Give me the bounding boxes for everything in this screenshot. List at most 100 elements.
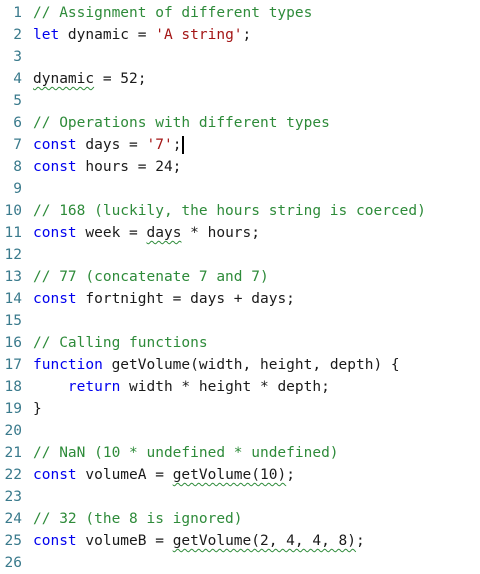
line-number: 11 [4, 225, 22, 241]
plain-token: volumeA = [76, 467, 173, 483]
code-line[interactable]: 23 [0, 486, 480, 508]
line-number: 26 [4, 555, 22, 571]
keyword-token: const [33, 137, 77, 153]
code-line[interactable]: 21 // NaN (10 * undefined * undefined) [0, 442, 480, 464]
line-number: 10 [4, 203, 22, 219]
code-line[interactable]: 3 [0, 46, 480, 68]
code-line[interactable]: 8 const hours = 24; [0, 156, 480, 178]
code-text[interactable]: const days = '7'; [33, 134, 480, 156]
code-text[interactable]: dynamic = 52; [33, 68, 480, 90]
plain-token: ; [286, 467, 295, 483]
line-number: 18 [4, 379, 22, 395]
code-line[interactable]: 7 const days = '7'; [0, 134, 480, 156]
code-text[interactable]: // Calling functions [33, 332, 480, 354]
code-text[interactable] [33, 310, 480, 332]
code-line[interactable]: 26 [0, 552, 480, 574]
plain-token: = 52; [94, 71, 147, 87]
code-line[interactable]: 14 const fortnight = days + days; [0, 288, 480, 310]
line-number: 1 [13, 5, 22, 21]
code-line[interactable]: 6 // Operations with different types [0, 112, 480, 134]
plain-token: ; [172, 137, 182, 153]
keyword-token: const [33, 159, 77, 175]
code-text[interactable] [33, 420, 480, 442]
code-text[interactable]: function getVolume(width, height, depth)… [33, 354, 480, 376]
code-text[interactable]: // Assignment of different types [33, 2, 480, 24]
line-number: 17 [4, 357, 22, 373]
line-number: 22 [4, 467, 22, 483]
keyword-token: return [67, 379, 121, 395]
code-text[interactable]: const week = days * hours; [33, 222, 480, 244]
keyword-token: const [33, 467, 77, 483]
code-text[interactable]: // 168 (luckily, the hours string is coe… [33, 200, 480, 222]
code-text[interactable] [33, 244, 480, 266]
code-line[interactable]: 15 [0, 310, 480, 332]
line-number: 6 [13, 115, 22, 131]
keyword-token: const [33, 291, 77, 307]
code-text[interactable]: const hours = 24; [33, 156, 480, 178]
code-line[interactable]: 11 const week = days * hours; [0, 222, 480, 244]
code-line[interactable]: 13 // 77 (concatenate 7 and 7) [0, 266, 480, 288]
code-line[interactable]: 20 [0, 420, 480, 442]
line-number: 8 [13, 159, 22, 175]
code-line[interactable]: 16 // Calling functions [0, 332, 480, 354]
code-text[interactable]: let dynamic = 'A string'; [33, 24, 480, 46]
line-number: 14 [4, 291, 22, 307]
code-text[interactable] [33, 178, 480, 200]
string-token: '7' [146, 137, 173, 153]
comment-token: // 168 (luckily, the hours string is coe… [33, 203, 426, 219]
code-line[interactable]: 9 [0, 178, 480, 200]
code-text[interactable]: const volumeA = getVolume(10); [33, 464, 480, 486]
code-text[interactable] [33, 90, 480, 112]
code-text[interactable] [33, 486, 480, 508]
code-line[interactable]: 4 dynamic = 52; [0, 68, 480, 90]
line-number: 21 [4, 445, 22, 461]
warning-token: dynamic [33, 71, 95, 87]
line-number: 4 [13, 71, 22, 87]
line-number: 25 [4, 533, 22, 549]
code-line[interactable]: 1 // Assignment of different types [0, 2, 480, 24]
code-line[interactable]: 19} [0, 398, 480, 420]
warning-token: getVolume(2, 4, 4, 8) [172, 533, 357, 549]
plain-token: dynamic = [59, 27, 156, 43]
code-text[interactable] [33, 46, 480, 68]
string-token: 'A string' [155, 27, 243, 43]
code-text[interactable]: // 32 (the 8 is ignored) [33, 508, 480, 530]
line-number: 12 [4, 247, 22, 263]
text-cursor [182, 136, 185, 154]
code-line[interactable]: 24 // 32 (the 8 is ignored) [0, 508, 480, 530]
line-number: 20 [4, 423, 22, 439]
line-number: 7 [13, 137, 22, 153]
line-number: 15 [4, 313, 22, 329]
code-text[interactable]: // Operations with different types [33, 112, 480, 134]
code-text[interactable]: } [33, 398, 480, 420]
plain-token: ; [242, 27, 252, 43]
code-line[interactable]: 2 let dynamic = 'A string'; [0, 24, 480, 46]
comment-token: // Assignment of different types [33, 5, 313, 21]
code-text[interactable] [33, 552, 480, 574]
code-text[interactable]: // 77 (concatenate 7 and 7) [33, 266, 480, 288]
comment-token: // NaN (10 * undefined * undefined) [33, 445, 339, 461]
line-number: 5 [13, 93, 22, 109]
code-line[interactable]: 12 [0, 244, 480, 266]
line-number: 24 [4, 511, 22, 527]
code-text[interactable]: const volumeB = getVolume(2, 4, 4, 8); [33, 530, 480, 552]
plain-token: width * height * depth; [120, 379, 330, 395]
line-number: 9 [13, 181, 22, 197]
keyword-token: function [33, 357, 103, 373]
plain-token: ; [356, 533, 365, 549]
code-text[interactable]: const fortnight = days + days; [33, 288, 480, 310]
plain-token: week = [76, 225, 147, 241]
code-line[interactable]: 25 const volumeB = getVolume(2, 4, 4, 8); [0, 530, 480, 552]
code-line[interactable]: 5 [0, 90, 480, 112]
line-number: 19 [4, 401, 22, 417]
code-line[interactable]: 10 // 168 (luckily, the hours string is c… [0, 200, 480, 222]
code-line[interactable]: 17 function getVolume(width, height, dept… [0, 354, 480, 376]
code-line[interactable]: 18 return width * height * depth; [0, 376, 480, 398]
line-number: 23 [4, 489, 22, 505]
code-text[interactable]: // NaN (10 * undefined * undefined) [33, 442, 480, 464]
code-editor[interactable]: 1 // Assignment of different types 2 let dy… [0, 2, 480, 574]
code-text[interactable]: return width * height * depth; [33, 376, 480, 398]
code-line[interactable]: 22 const volumeA = getVolume(10); [0, 464, 480, 486]
plain-token: days = [76, 137, 147, 153]
